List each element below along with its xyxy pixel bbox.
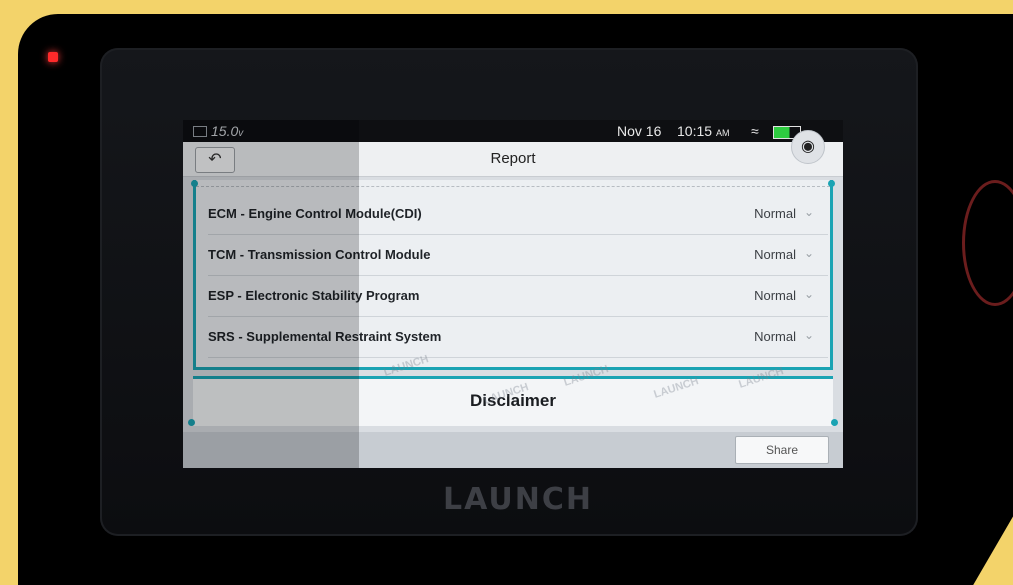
card-corner-dot bbox=[188, 419, 195, 426]
card-corner-dot bbox=[191, 180, 198, 187]
module-status: Normal bbox=[754, 288, 796, 303]
chevron-down-icon: ⌄ bbox=[803, 246, 814, 260]
back-arrow-icon: ↶ bbox=[208, 151, 222, 168]
vehicle-battery-icon bbox=[193, 126, 207, 137]
module-row[interactable]: TCM - Transmission Control Module Normal… bbox=[208, 235, 828, 276]
back-button[interactable]: ↶ bbox=[195, 147, 235, 173]
voltage-readout: 15.0v bbox=[211, 123, 243, 139]
device-brand: LAUNCH bbox=[442, 482, 593, 517]
chevron-down-icon: ⌄ bbox=[803, 328, 814, 342]
module-row[interactable]: ESP - Electronic Stability Program Norma… bbox=[208, 276, 828, 317]
module-name: ECM - Engine Control Module(CDI) bbox=[208, 206, 422, 221]
voltage-unit: v bbox=[238, 128, 244, 139]
module-status: Normal bbox=[754, 247, 796, 262]
power-led bbox=[48, 52, 58, 62]
status-bar: 15.0v Nov 16 10:15 AM ≈ bbox=[183, 120, 843, 142]
dashed-divider bbox=[196, 186, 830, 187]
card-corner-dot bbox=[828, 180, 835, 187]
module-row[interactable]: ECM - Engine Control Module(CDI) Normal … bbox=[208, 194, 828, 235]
camera-icon: ◉ bbox=[801, 138, 815, 155]
module-status: Normal bbox=[754, 329, 796, 344]
bottom-bar: Share bbox=[183, 432, 843, 468]
chevron-down-icon: ⌄ bbox=[803, 287, 814, 301]
module-name: TCM - Transmission Control Module bbox=[208, 247, 431, 262]
title-bar: Report ↶ bbox=[183, 142, 843, 177]
time-value: 10:15 bbox=[677, 123, 713, 139]
page-title: Report bbox=[490, 150, 536, 167]
module-name: ESP - Electronic Stability Program bbox=[208, 288, 420, 303]
status-time: 10:15 AM bbox=[677, 123, 729, 139]
module-status: Normal bbox=[754, 206, 796, 221]
screen: 15.0v Nov 16 10:15 AM ≈ Report ↶ ◉ ECM -… bbox=[183, 120, 843, 468]
screenshot-button[interactable]: ◉ bbox=[791, 130, 825, 164]
voltage-value: 15.0 bbox=[211, 123, 239, 139]
wifi-icon: ≈ bbox=[751, 123, 759, 139]
disclaimer-card[interactable]: Disclaimer bbox=[188, 376, 838, 426]
module-row[interactable]: SRS - Supplemental Restraint System Norm… bbox=[208, 317, 828, 358]
chevron-down-icon: ⌄ bbox=[803, 205, 814, 219]
card-corner-dot bbox=[831, 419, 838, 426]
time-ampm: AM bbox=[715, 128, 730, 138]
module-list-card: ECM - Engine Control Module(CDI) Normal … bbox=[191, 180, 835, 370]
status-date: Nov 16 bbox=[617, 123, 662, 139]
module-name: SRS - Supplemental Restraint System bbox=[208, 329, 442, 344]
share-button[interactable]: Share bbox=[735, 436, 829, 464]
